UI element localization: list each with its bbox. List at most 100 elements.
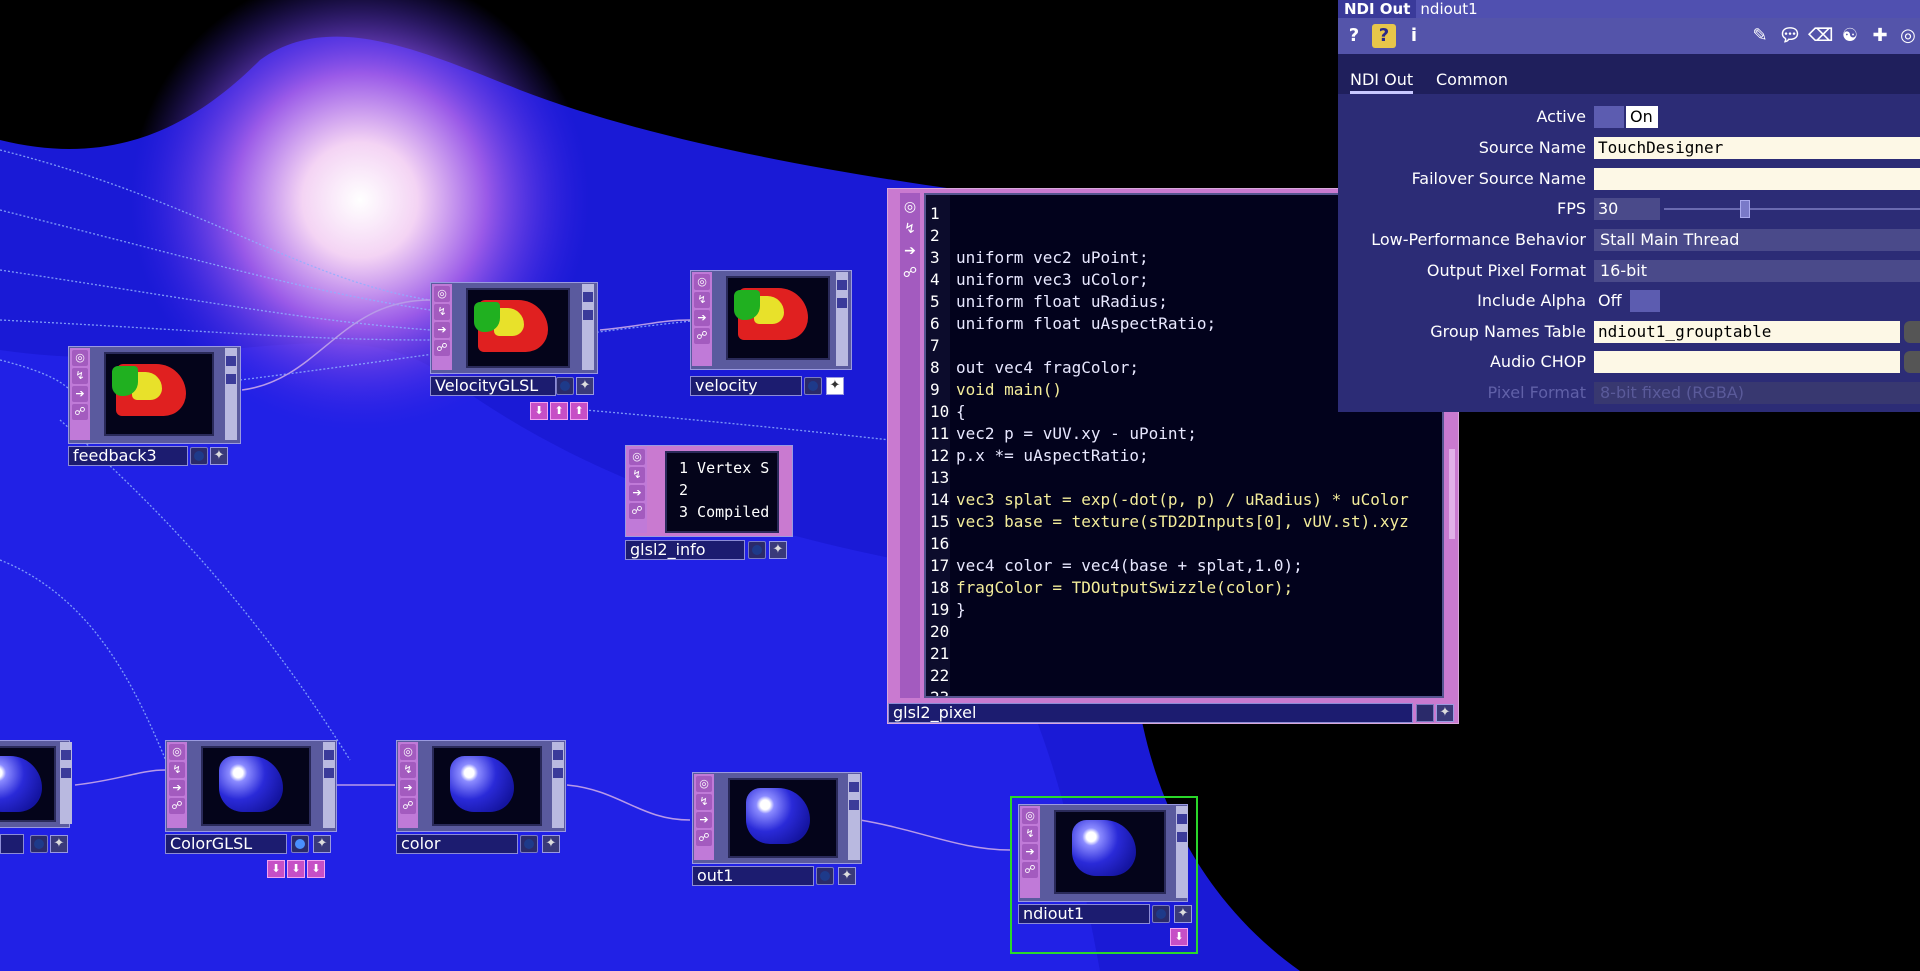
eraser-icon[interactable]: ⌫ — [1808, 24, 1833, 48]
lock-icon[interactable]: ☍ — [169, 798, 185, 814]
flag-icon[interactable]: ✦ — [210, 447, 228, 465]
node-label[interactable] — [0, 834, 24, 854]
parameter-panel[interactable]: NDI Out ndiout1 ? ? i ✎ 💬︎ ⌫ ☯ ✚ ◎ NDI Ou… — [1338, 0, 1920, 412]
tab-ndi-out[interactable]: NDI Out — [1350, 70, 1414, 94]
arrow-down-icon[interactable]: ⬇ — [287, 860, 305, 878]
node-label[interactable]: out1 — [692, 866, 814, 886]
flag-icon[interactable]: ✦ — [50, 835, 68, 853]
lock-icon[interactable]: ☍ — [629, 503, 645, 519]
arrow-right-icon[interactable]: ➔ — [169, 780, 185, 796]
node-color[interactable]: ◎ ↯ ➔ ☍ color ✦ — [396, 740, 571, 860]
comment-icon[interactable]: 💬︎ — [1778, 24, 1802, 48]
code-scrollbar[interactable] — [1449, 449, 1455, 539]
viewer-icon[interactable]: ◎ — [434, 286, 450, 302]
graph-icon[interactable]: ↯ — [1022, 826, 1038, 842]
target-icon[interactable]: ◎ — [1896, 24, 1920, 48]
viewer-toggle[interactable] — [1152, 905, 1170, 923]
fps-slider-track[interactable] — [1664, 208, 1920, 210]
flag-icon[interactable]: ✦ — [576, 377, 594, 395]
lock-icon[interactable]: ☍ — [400, 798, 416, 814]
arrow-up-icon[interactable]: ⬆ — [570, 402, 588, 420]
node-partial-left[interactable]: ✦ — [0, 740, 75, 860]
graph-icon[interactable]: ↯ — [904, 221, 916, 237]
node-label[interactable]: color — [396, 834, 518, 854]
lock-icon[interactable]: ☍ — [694, 328, 710, 344]
viewer-toggle[interactable] — [1416, 704, 1434, 722]
help-icon[interactable]: ? — [1342, 24, 1366, 48]
node-out1[interactable]: ◎ ↯ ➔ ☍ out1 ✦ — [692, 772, 867, 892]
lock-icon[interactable]: ☍ — [903, 265, 917, 281]
flag-icon[interactable]: ✦ — [769, 541, 787, 559]
include-alpha-toggle[interactable]: Off — [1594, 290, 1634, 312]
field-extension-button[interactable] — [1904, 351, 1920, 373]
viewer-icon[interactable]: ◎ — [694, 274, 710, 290]
flag-icon[interactable]: ✦ — [1436, 704, 1454, 722]
node-label[interactable]: VelocityGLSL — [430, 376, 556, 396]
arrow-down-icon[interactable]: ⬇ — [530, 402, 548, 420]
arrow-right-icon[interactable]: ➔ — [400, 780, 416, 796]
lock-icon[interactable]: ☍ — [72, 404, 88, 420]
flag-icon[interactable]: ✦ — [826, 377, 844, 395]
arrow-right-icon[interactable]: ➔ — [629, 485, 645, 501]
node-label[interactable]: ColorGLSL — [165, 834, 287, 854]
node-velocity[interactable]: ◎ ↯ ➔ ☍ velocity ✦ — [690, 270, 865, 400]
lock-icon[interactable]: ☍ — [696, 830, 712, 846]
arrow-right-icon[interactable]: ➔ — [694, 310, 710, 326]
viewer-toggle[interactable] — [30, 835, 48, 853]
viewer-icon[interactable]: ◎ — [72, 350, 88, 366]
flag-icon[interactable]: ✦ — [1174, 905, 1192, 923]
graph-icon[interactable]: ↯ — [696, 794, 712, 810]
flag-icon[interactable]: ✦ — [542, 835, 560, 853]
viewer-toggle[interactable] — [748, 541, 766, 559]
graph-icon[interactable]: ↯ — [169, 762, 185, 778]
flag-icon[interactable]: ✦ — [838, 867, 856, 885]
tab-common[interactable]: Common — [1436, 70, 1508, 89]
graph-icon[interactable]: ↯ — [694, 292, 710, 308]
active-toggle-track[interactable] — [1594, 106, 1624, 128]
node-label[interactable]: velocity — [690, 376, 802, 396]
graph-icon[interactable]: ↯ — [72, 368, 88, 384]
viewer-toggle[interactable] — [816, 867, 834, 885]
viewer-toggle[interactable] — [291, 835, 309, 853]
node-colorglsl[interactable]: ◎ ↯ ➔ ☍ ColorGLSL ✦ ⬇ ⬇ ⬇ — [165, 740, 340, 885]
viewer-icon[interactable]: ◎ — [1022, 808, 1038, 824]
viewer-icon[interactable]: ◎ — [696, 776, 712, 792]
arrow-right-icon[interactable]: ➔ — [434, 322, 450, 338]
add-icon[interactable]: ✚ — [1868, 24, 1892, 48]
fps-slider-handle[interactable] — [1740, 200, 1750, 218]
arrow-right-icon[interactable]: ➔ — [696, 812, 712, 828]
node-feedback3[interactable]: ◎ ↯ ➔ ☍ feedback3 ✦ — [68, 346, 243, 466]
graph-icon[interactable]: ↯ — [434, 304, 450, 320]
field-extension-button[interactable] — [1904, 321, 1920, 343]
viewer-toggle[interactable] — [556, 377, 574, 395]
arrow-up-icon[interactable]: ⬆ — [550, 402, 568, 420]
failover-source-name-field[interactable] — [1594, 168, 1920, 190]
viewer-icon[interactable]: ◎ — [904, 199, 916, 215]
include-alpha-toggle-track[interactable] — [1630, 290, 1660, 312]
node-label[interactable]: feedback3 — [68, 446, 188, 466]
node-glsl2-info[interactable]: ◎ ↯ ➔ ☍ 1 Vertex S 2 3 Compiled glsl2_info … — [625, 445, 800, 565]
arrow-right-icon[interactable]: ➔ — [1022, 844, 1038, 860]
code-panel-label[interactable]: glsl2_pixel — [888, 703, 1413, 723]
operator-name[interactable]: ndiout1 — [1416, 0, 1477, 18]
arrow-down-icon[interactable]: ⬇ — [267, 860, 285, 878]
lock-icon[interactable]: ☍ — [1022, 862, 1038, 878]
flag-icon[interactable]: ✦ — [313, 835, 331, 853]
viewer-icon[interactable]: ◎ — [169, 744, 185, 760]
active-toggle[interactable]: On — [1626, 106, 1658, 128]
node-label[interactable]: glsl2_info — [625, 540, 745, 560]
python-icon[interactable]: ☯ — [1838, 24, 1862, 48]
node-velocityglsl[interactable]: ◎ ↯ ➔ ☍ VelocityGLSL ✦ ⬇ ⬆ ⬆ — [430, 282, 605, 422]
fps-field[interactable]: 30 — [1594, 198, 1660, 220]
viewer-toggle[interactable] — [804, 377, 822, 395]
info-icon[interactable]: i — [1402, 24, 1426, 48]
viewer-toggle[interactable] — [190, 447, 208, 465]
arrow-right-icon[interactable]: ➔ — [904, 243, 916, 259]
graph-icon[interactable]: ↯ — [400, 762, 416, 778]
arrow-right-icon[interactable]: ➔ — [72, 386, 88, 402]
pencil-icon[interactable]: ✎ — [1748, 24, 1772, 48]
arrow-down-icon[interactable]: ⬇ — [307, 860, 325, 878]
lock-icon[interactable]: ☍ — [434, 340, 450, 356]
low-performance-behavior-menu[interactable]: Stall Main Thread — [1594, 229, 1920, 251]
viewer-icon[interactable]: ◎ — [400, 744, 416, 760]
